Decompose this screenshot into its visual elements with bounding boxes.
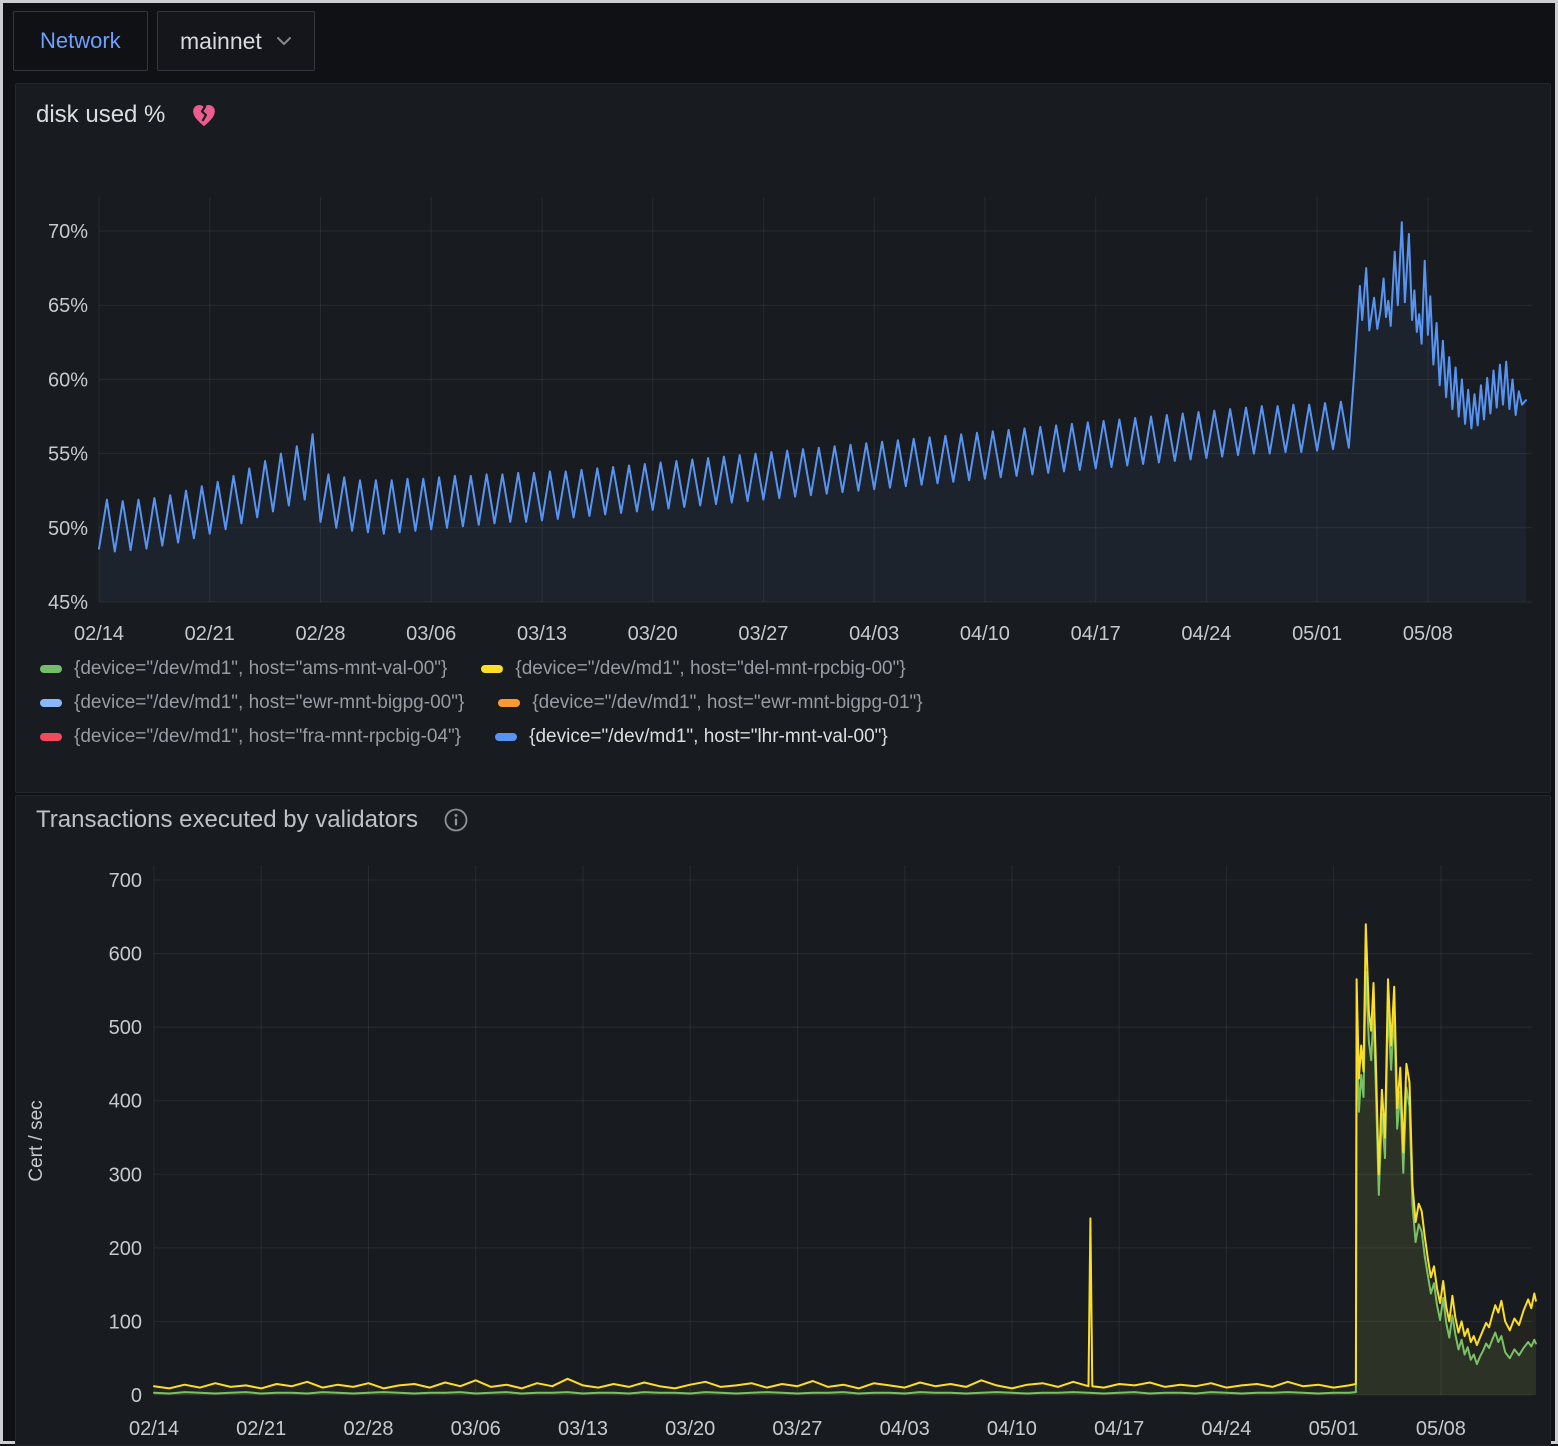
svg-text:04/17: 04/17 — [1071, 623, 1121, 645]
legend-label: {device="/dev/md1", host="ewr-mnt-bigpg-… — [532, 692, 922, 714]
svg-text:45%: 45% — [48, 592, 88, 614]
svg-text:70%: 70% — [48, 221, 88, 243]
legend-item-ewr-mnt-bigpg-01[interactable]: {device="/dev/md1", host="ewr-mnt-bigpg-… — [498, 692, 922, 714]
svg-text:03/27: 03/27 — [772, 1418, 822, 1440]
svg-text:02/14: 02/14 — [74, 623, 124, 645]
legend-item-ewr-mnt-bigpg-00[interactable]: {device="/dev/md1", host="ewr-mnt-bigpg-… — [40, 692, 464, 714]
svg-text:03/13: 03/13 — [558, 1418, 608, 1440]
svg-text:04/10: 04/10 — [960, 623, 1010, 645]
svg-text:02/14: 02/14 — [129, 1418, 179, 1440]
legend-item-ams-mnt-val-00[interactable]: {device="/dev/md1", host="ams-mnt-val-00… — [40, 658, 447, 680]
svg-text:03/13: 03/13 — [517, 623, 567, 645]
svg-text:03/20: 03/20 — [628, 623, 678, 645]
svg-text:0: 0 — [131, 1385, 142, 1407]
network-label-text: Network — [40, 28, 121, 54]
transactions-chart[interactable]: 0 100 200 300 400 500 600 700 02/14 02/21 02/28 03/… — [16, 851, 1550, 1445]
legend-item-lhr-mnt-val-00[interactable]: {device="/dev/md1", host="lhr-mnt-val-00… — [495, 726, 888, 748]
svg-text:200: 200 — [109, 1238, 142, 1260]
svg-text:65%: 65% — [48, 295, 88, 317]
panel-transactions: Transactions executed by validators 0 100… — [15, 795, 1551, 1446]
svg-text:02/21: 02/21 — [236, 1418, 286, 1440]
svg-text:05/01: 05/01 — [1292, 623, 1342, 645]
legend-label: {device="/dev/md1", host="lhr-mnt-val-00… — [529, 726, 888, 748]
svg-text:700: 700 — [109, 870, 142, 892]
network-variable-label: Network — [13, 11, 148, 71]
series-color-swatch — [40, 733, 62, 741]
svg-text:03/06: 03/06 — [406, 623, 456, 645]
legend-label: {device="/dev/md1", host="del-mnt-rpcbig… — [515, 658, 905, 680]
svg-text:04/10: 04/10 — [987, 1418, 1037, 1440]
svg-text:05/08: 05/08 — [1403, 623, 1453, 645]
panel-disk-used: disk used % 45% 50% 55% 60% 65% 70% 02/14 02/21… — [15, 83, 1551, 793]
legend-label: {device="/dev/md1", host="fra-mnt-rpcbig… — [74, 726, 461, 748]
legend-label: {device="/dev/md1", host="ams-mnt-val-00… — [74, 658, 447, 680]
svg-text:55%: 55% — [48, 444, 88, 466]
svg-text:05/01: 05/01 — [1309, 1418, 1359, 1440]
chevron-down-icon — [276, 36, 292, 46]
series-color-swatch — [40, 665, 62, 673]
svg-text:04/24: 04/24 — [1201, 1418, 1251, 1440]
svg-text:600: 600 — [109, 944, 142, 966]
svg-text:100: 100 — [109, 1311, 142, 1333]
svg-text:04/03: 04/03 — [849, 623, 899, 645]
svg-text:04/03: 04/03 — [880, 1418, 930, 1440]
svg-text:400: 400 — [109, 1091, 142, 1113]
disk-used-chart[interactable]: 45% 50% 55% 60% 65% 70% 02/14 02/21 02/28 03/06 03… — [16, 154, 1550, 654]
broken-heart-icon — [189, 100, 219, 130]
svg-text:04/17: 04/17 — [1094, 1418, 1144, 1440]
panel-title-transactions[interactable]: Transactions executed by validators — [36, 806, 418, 834]
svg-text:50%: 50% — [48, 518, 88, 540]
svg-text:02/21: 02/21 — [185, 623, 235, 645]
network-variable-dropdown[interactable]: mainnet — [157, 11, 315, 71]
disk-used-legend: {device="/dev/md1", host="ams-mnt-val-00… — [40, 658, 923, 748]
svg-text:03/06: 03/06 — [451, 1418, 501, 1440]
variables-bar: Network mainnet — [3, 3, 1555, 79]
svg-text:02/28: 02/28 — [343, 1418, 393, 1440]
series-color-swatch — [498, 699, 520, 707]
svg-text:60%: 60% — [48, 369, 88, 391]
svg-text:05/08: 05/08 — [1416, 1418, 1466, 1440]
svg-text:300: 300 — [109, 1164, 142, 1186]
network-value-text: mainnet — [180, 28, 262, 55]
info-icon[interactable] — [442, 806, 470, 834]
series-color-swatch — [495, 733, 517, 741]
dashboard: { "toolbar": { "network_label": "Network… — [0, 0, 1558, 1444]
svg-text:500: 500 — [109, 1017, 142, 1039]
svg-text:03/20: 03/20 — [665, 1418, 715, 1440]
legend-item-del-mnt-rpcbig-00[interactable]: {device="/dev/md1", host="del-mnt-rpcbig… — [481, 658, 905, 680]
svg-text:02/28: 02/28 — [295, 623, 345, 645]
svg-text:Cert / sec: Cert / sec — [26, 1100, 47, 1181]
legend-item-fra-mnt-rpcbig-04[interactable]: {device="/dev/md1", host="fra-mnt-rpcbig… — [40, 726, 461, 748]
panel-title-disk-used[interactable]: disk used % — [36, 101, 165, 129]
legend-label: {device="/dev/md1", host="ewr-mnt-bigpg-… — [74, 692, 464, 714]
svg-text:03/27: 03/27 — [738, 623, 788, 645]
series-color-swatch — [40, 699, 62, 707]
svg-text:04/24: 04/24 — [1181, 623, 1231, 645]
series-color-swatch — [481, 665, 503, 673]
